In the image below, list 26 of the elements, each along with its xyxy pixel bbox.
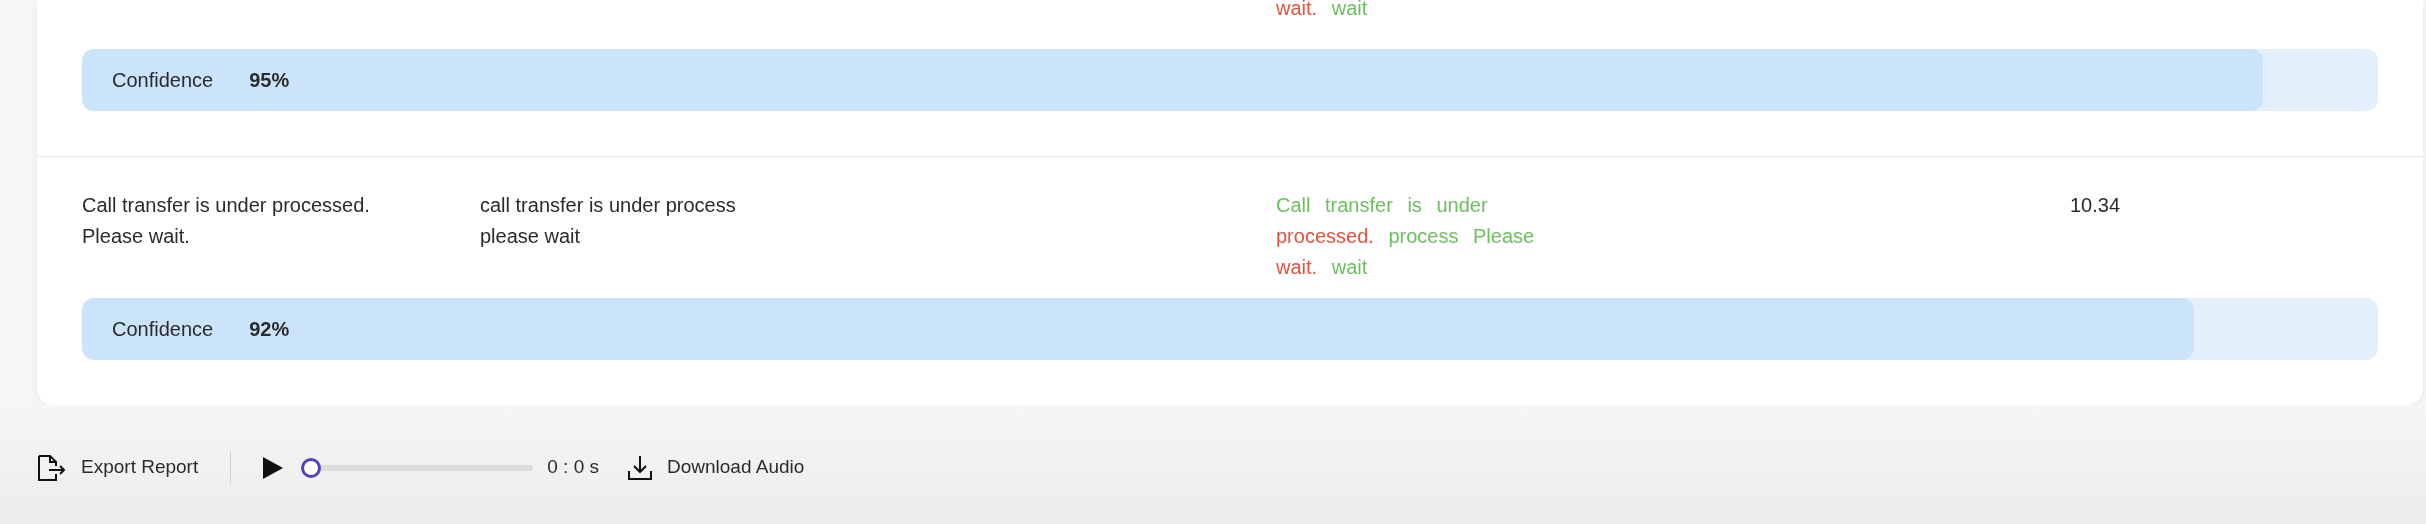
- diff-word: wait: [1331, 0, 1368, 19]
- play-icon[interactable]: [263, 456, 284, 479]
- diff-word: Please: [1473, 225, 1535, 247]
- download-audio-button[interactable]: Download Audio: [627, 453, 805, 482]
- diff-word: processed.: [1276, 225, 1374, 247]
- download-icon: [627, 454, 653, 481]
- diff-word: Call: [1276, 194, 1311, 216]
- audio-time: 0 : 0 s: [547, 455, 599, 480]
- diff-word: under: [1436, 194, 1488, 216]
- diff-word: is: [1407, 194, 1422, 216]
- diff-word: process: [1388, 225, 1459, 247]
- diff-word: wait: [1331, 256, 1368, 278]
- confidence-label: Confidence: [112, 68, 214, 93]
- diff-word: wait.: [1276, 256, 1318, 278]
- diff-word: wait.: [1276, 0, 1318, 19]
- export-icon: [37, 453, 67, 482]
- confidence-label: Confidence: [112, 317, 214, 342]
- confidence-value: 95%: [249, 68, 290, 93]
- audio-slider[interactable]: [301, 457, 534, 478]
- table-cell-text: Call transfer is under processed. Please wait.: [82, 193, 371, 249]
- diff-word: transfer: [1325, 194, 1393, 216]
- confidence-value: 92%: [249, 317, 290, 342]
- export-report-button[interactable]: Export Report: [37, 453, 199, 482]
- slider-thumb[interactable]: [301, 457, 322, 478]
- table-cell-text: 10.34: [2070, 193, 2122, 218]
- table-cell-text: call transfer is under process please wait: [480, 193, 737, 249]
